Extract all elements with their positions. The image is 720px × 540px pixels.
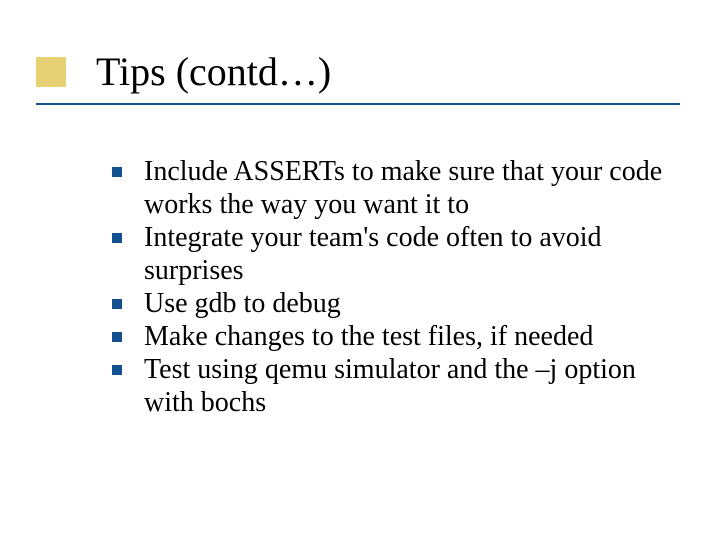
- title-underline: [36, 103, 680, 105]
- title-accent-square: [36, 57, 66, 87]
- bullet-text: Include ASSERTs to make sure that your c…: [144, 156, 662, 220]
- slide-body: Include ASSERTs to make sure that your c…: [108, 155, 680, 419]
- list-item: Make changes to the test files, if neede…: [108, 320, 680, 353]
- slide: Tips (contd…) Include ASSERTs to make su…: [0, 0, 720, 540]
- slide-title: Tips (contd…): [96, 48, 331, 95]
- list-item: Test using qemu simulator and the –j opt…: [108, 353, 680, 419]
- bullet-list: Include ASSERTs to make sure that your c…: [108, 155, 680, 419]
- list-item: Integrate your team's code often to avoi…: [108, 221, 680, 287]
- bullet-text: Integrate your team's code often to avoi…: [144, 222, 602, 286]
- bullet-text: Test using qemu simulator and the –j opt…: [144, 354, 636, 418]
- title-area: Tips (contd…): [36, 55, 680, 127]
- bullet-text: Make changes to the test files, if neede…: [144, 321, 593, 352]
- list-item: Use gdb to debug: [108, 287, 680, 320]
- list-item: Include ASSERTs to make sure that your c…: [108, 155, 680, 221]
- bullet-text: Use gdb to debug: [144, 288, 341, 319]
